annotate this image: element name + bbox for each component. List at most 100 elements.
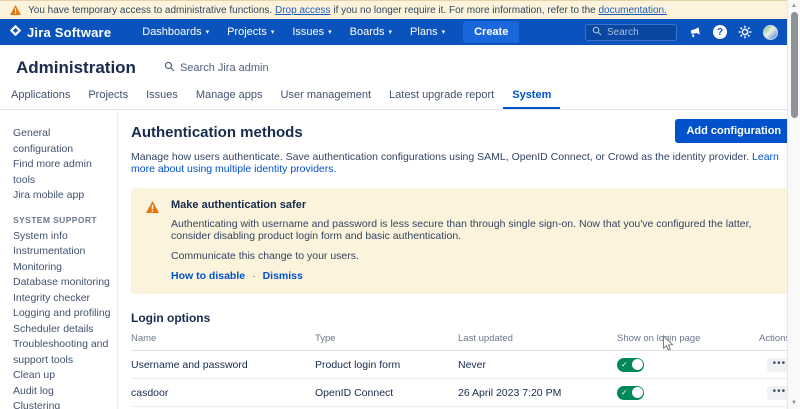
show-on-login-toggle[interactable]: ✓ [617,386,644,400]
warning-line2: Communicate this change to your users. [171,250,778,262]
sidebar-item-logging-and-profiling[interactable]: Logging and profiling [13,306,113,322]
table-row: Username and password Product login form… [131,351,787,379]
nav-menu-label: Projects [227,26,267,38]
admin-header: Administration Search Jira admin [0,45,787,82]
sidebar-item-audit-log[interactable]: Audit log [13,384,113,400]
section-title: Authentication methods [131,119,303,141]
user-avatar[interactable] [763,25,778,40]
global-search-input[interactable]: Search [585,24,677,41]
nav-menu-label: Boards [350,26,385,38]
nav-menu-label: Issues [292,26,324,38]
cell-name: casdoor [131,387,315,399]
scroll-up-arrow-icon[interactable]: ▲ [788,3,800,9]
col-show-on-login-page: Show on login page [617,333,759,344]
documentation-link[interactable]: documentation. [598,5,666,16]
jira-logo-text: Jira Software [27,25,111,40]
warning-title: Make authentication safer [171,199,778,211]
sidebar-item-general-configuration[interactable]: General configuration [13,126,113,157]
help-icon[interactable]: ? [713,25,727,39]
col-actions: Actions [759,333,787,344]
cell-last-updated: Never [458,359,617,371]
tab-issues[interactable]: Issues [137,82,187,109]
sidebar-item-jira-mobile-app[interactable]: Jira mobile app [13,188,113,204]
make-auth-safer-panel: Make authentication safer Authenticating… [131,188,787,294]
nav-menu-dashboards[interactable]: Dashboards ▾ [133,26,218,38]
sidebar-item-troubleshooting[interactable]: Troubleshooting and support tools [13,337,113,368]
sidebar-item-database-monitoring[interactable]: Database monitoring [13,275,113,291]
link-separator: · [252,270,256,282]
jira-logo[interactable]: Jira Software [9,24,111,40]
dismiss-link[interactable]: Dismiss [263,270,303,282]
col-name: Name [131,333,315,344]
nav-menu-label: Dashboards [142,26,201,38]
login-options-heading: Login options [131,311,787,325]
announcement-icon[interactable] [688,26,702,39]
tab-system[interactable]: System [503,82,560,109]
question-mark-glyph: ? [713,25,727,39]
settings-gear-icon[interactable] [738,25,752,39]
login-options-section: Login options Name Type Last updated Sho… [131,311,787,407]
chevron-down-icon: ▾ [389,28,393,36]
tab-projects[interactable]: Projects [79,82,137,109]
page-title: Administration [16,58,136,78]
cell-type: OpenID Connect [315,387,458,399]
sidebar-item-clean-up[interactable]: Clean up [13,368,113,384]
col-last-updated: Last updated [458,333,617,344]
sidebar-section-system-support: SYSTEM SUPPORT [13,215,113,225]
intro-body: Manage how users authenticate. Save auth… [131,151,749,163]
add-configuration-button[interactable]: Add configuration [675,119,787,143]
row-actions-button[interactable]: ••• [767,358,787,372]
drop-access-link[interactable]: Drop access [275,5,331,16]
nav-menu-plans[interactable]: Plans ▾ [401,26,454,38]
col-type: Type [315,333,458,344]
banner-text-mid: if you no longer require it. For more in… [333,5,595,16]
vertical-scrollbar[interactable]: ▲ ▼ [787,0,800,409]
how-to-disable-link[interactable]: How to disable [171,270,245,282]
table-header-row: Name Type Last updated Show on login pag… [131,325,787,351]
admin-tabs: Applications Projects Issues Manage apps… [0,82,787,110]
nav-menu-projects[interactable]: Projects ▾ [218,26,283,38]
admin-search-input[interactable]: Search Jira admin [164,61,269,75]
warning-body: Authenticating with username and passwor… [171,218,778,242]
intro-text: Manage how users authenticate. Save auth… [131,151,787,175]
tab-manage-apps[interactable]: Manage apps [187,82,272,109]
warning-icon [146,200,159,218]
temporary-access-banner: You have temporary access to administrat… [0,0,787,19]
chevron-down-icon: ▾ [328,28,332,36]
table-row: casdoor OpenID Connect 26 April 2023 7:2… [131,379,787,407]
chevron-down-icon: ▾ [206,28,210,36]
scrollbar-thumb[interactable] [791,12,798,118]
main-content: Authentication methods Add configuration… [118,110,787,409]
tab-user-management[interactable]: User management [272,82,381,109]
scroll-down-arrow-icon[interactable]: ▼ [788,400,800,406]
toggle-knob [632,387,643,398]
sidebar-item-clustering[interactable]: Clustering [13,399,113,409]
nav-menu-boards[interactable]: Boards ▾ [341,26,401,38]
cell-type: Product login form [315,359,458,371]
banner-text: You have temporary access to administrat… [28,5,667,16]
sidebar-item-instrumentation[interactable]: Instrumentation [13,244,113,260]
avatar-image [763,25,778,40]
top-navbar: Jira Software Dashboards ▾ Projects ▾ Is… [0,19,787,45]
admin-search-placeholder: Search Jira admin [180,62,269,74]
show-on-login-toggle[interactable]: ✓ [617,358,644,372]
sidebar-item-scheduler-details[interactable]: Scheduler details [13,322,113,338]
chevron-down-icon: ▾ [442,28,446,36]
cell-last-updated: 26 April 2023 7:20 PM [458,387,617,399]
sidebar-item-monitoring[interactable]: Monitoring [13,260,113,276]
sidebar-item-system-info[interactable]: System info [13,229,113,245]
banner-text-before: You have temporary access to administrat… [28,5,272,16]
row-actions-button[interactable]: ••• [767,386,787,400]
nav-menu-issues[interactable]: Issues ▾ [283,26,340,38]
system-sidebar: General configuration Find more admin to… [0,110,118,409]
sidebar-item-integrity-checker[interactable]: Integrity checker [13,291,113,307]
sidebar-item-find-more-admin-tools[interactable]: Find more admin tools [13,157,113,188]
tab-latest-upgrade-report[interactable]: Latest upgrade report [380,82,503,109]
jira-logo-icon [9,24,22,40]
check-icon: ✓ [621,389,628,397]
search-placeholder: Search [607,27,639,38]
check-icon: ✓ [621,361,628,369]
nav-menu-label: Plans [410,26,438,38]
tab-applications[interactable]: Applications [2,82,79,109]
create-button[interactable]: Create [463,21,519,43]
